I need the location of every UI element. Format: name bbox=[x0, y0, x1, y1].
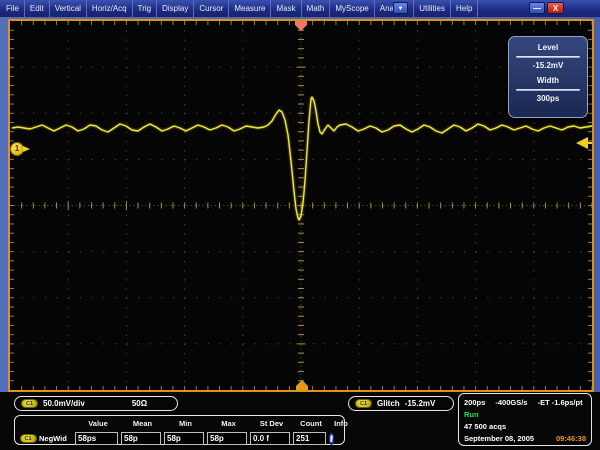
channel1-impedance: 50Ω bbox=[132, 399, 147, 408]
waveform-graticule: 1 bbox=[8, 19, 594, 392]
clock-value: 09:46:38 bbox=[556, 433, 586, 445]
channel1-trace bbox=[12, 97, 592, 220]
glitch-width-label: Width bbox=[509, 76, 587, 85]
glitch-trigger-panel: Level -15.2mV Width 300ps bbox=[508, 36, 588, 118]
glitch-width-value[interactable]: 300ps bbox=[509, 94, 587, 103]
panel-separator bbox=[516, 89, 580, 91]
menu-measure[interactable]: Measure bbox=[229, 0, 271, 17]
timebase-value: 200ps bbox=[464, 398, 485, 407]
channel1-marker-arrow-icon bbox=[23, 146, 30, 152]
channel1-badge: C1 bbox=[355, 399, 372, 408]
menu-display[interactable]: Display bbox=[157, 0, 194, 17]
channel1-marker-label: 1 bbox=[10, 142, 24, 156]
measurement-info-icon[interactable]: i bbox=[329, 433, 334, 445]
date-value: September 08, 2005 bbox=[464, 433, 534, 445]
acquisition-count: 47 500 acqs bbox=[464, 421, 586, 433]
channel1-ground-marker[interactable]: 1 bbox=[10, 142, 32, 156]
menu-trig[interactable]: Trig bbox=[133, 0, 157, 17]
header-count: Count bbox=[293, 419, 329, 428]
channel1-scale: 50.0mV/div bbox=[43, 399, 85, 408]
menu-myscope[interactable]: MyScope bbox=[330, 0, 374, 17]
glitch-trigger-readout[interactable]: C1 Glitch -15.2mV bbox=[348, 396, 454, 411]
minimize-window-button[interactable]: — bbox=[529, 2, 545, 14]
measurement-name: NegWid bbox=[39, 434, 75, 443]
menu-mask[interactable]: Mask bbox=[271, 0, 301, 17]
measurement-row-negwid: C1 NegWid 58ps 58p 58p 58p 0.0 f 251 i bbox=[17, 429, 342, 444]
sample-rate-value: -400GS/s bbox=[495, 398, 527, 407]
panel-separator bbox=[516, 56, 580, 58]
glitch-level-value: -15.2mV bbox=[405, 399, 436, 408]
trigger-position-marker-icon[interactable] bbox=[295, 21, 307, 31]
header-stdev: St Dev bbox=[250, 419, 293, 428]
measurement-count: 251 bbox=[293, 432, 326, 445]
measurement-mean: 58p bbox=[121, 432, 161, 445]
readout-bar: C1 50.0mV/div 50Ω C1 Glitch -15.2mV Valu… bbox=[0, 392, 600, 450]
menu-utilities[interactable]: Utilities bbox=[414, 0, 451, 17]
header-max: Max bbox=[207, 419, 250, 428]
menu-cursor[interactable]: Cursor bbox=[194, 0, 229, 17]
menu-overflow-dropdown-icon[interactable]: ▼ bbox=[393, 2, 408, 14]
channel1-badge: C1 bbox=[20, 434, 37, 443]
measurement-table: Value Mean Min Max St Dev Count Info C1 … bbox=[14, 415, 345, 445]
measurement-value: 58ps bbox=[75, 432, 118, 445]
menu-math[interactable]: Math bbox=[302, 0, 331, 17]
trigger-level-label: Level bbox=[509, 43, 587, 52]
channel1-badge: C1 bbox=[21, 399, 38, 408]
trigger-level-value[interactable]: -15.2mV bbox=[509, 61, 587, 70]
header-min: Min bbox=[164, 419, 207, 428]
menu-file[interactable]: File bbox=[0, 0, 25, 17]
oscilloscope-app-window: File Edit Vertical Horiz/Acq Trig Displa… bbox=[0, 0, 600, 450]
acquisition-status-panel: 200ps -400GS/s -ET -1.6ps/pt Run 47 500 … bbox=[458, 393, 592, 446]
close-window-button[interactable]: X bbox=[547, 2, 564, 14]
interpolation-value: -ET -1.6ps/pt bbox=[538, 398, 583, 407]
menu-help[interactable]: Help bbox=[451, 0, 478, 17]
header-info: Info bbox=[329, 419, 353, 428]
menu-vertical[interactable]: Vertical bbox=[50, 0, 87, 17]
menu-horiz-acq[interactable]: Horiz/Acq bbox=[87, 0, 133, 17]
datetime-line: September 08, 2005 09:46:38 bbox=[464, 433, 586, 445]
measurement-min: 58p bbox=[164, 432, 204, 445]
measurement-max: 58p bbox=[207, 432, 247, 445]
measurement-stdev: 0.0 f bbox=[250, 432, 290, 445]
menu-bar: File Edit Vertical Horiz/Acq Trig Displa… bbox=[0, 0, 600, 17]
header-mean: Mean bbox=[121, 419, 164, 428]
waveform-trace-canvas bbox=[10, 21, 592, 390]
trigger-level-arrow-icon[interactable] bbox=[576, 137, 588, 149]
header-value: Value bbox=[75, 419, 121, 428]
glitch-label: Glitch bbox=[377, 399, 400, 408]
channel1-vertical-readout[interactable]: C1 50.0mV/div 50Ω bbox=[14, 396, 178, 411]
measurement-table-header: Value Mean Min Max St Dev Count Info bbox=[17, 417, 342, 429]
menu-edit[interactable]: Edit bbox=[25, 0, 50, 17]
horizontal-readout: 200ps -400GS/s -ET -1.6ps/pt bbox=[464, 397, 586, 409]
run-status: Run bbox=[464, 409, 586, 421]
